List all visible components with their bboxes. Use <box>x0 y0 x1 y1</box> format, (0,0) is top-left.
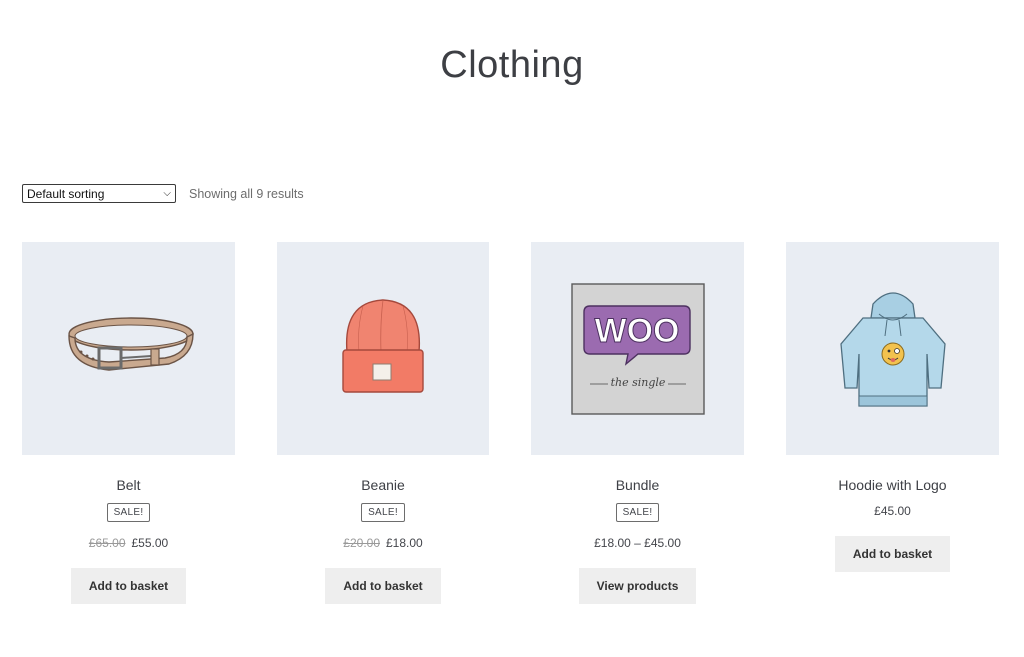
product-name[interactable]: Beanie <box>361 476 405 494</box>
add-to-basket-button[interactable]: Add to basket <box>325 568 441 604</box>
product-price: £45.00 <box>874 504 911 518</box>
product-image-bundle[interactable]: WOO the single <box>531 242 744 455</box>
price-range: £18.00 – £45.00 <box>594 536 681 550</box>
sale-badge: SALE! <box>361 503 405 522</box>
product-card-belt: Belt SALE! £65.00 £55.00 Add to basket <box>22 242 235 604</box>
product-image-beanie[interactable] <box>277 242 489 455</box>
current-price: £18.00 <box>386 536 423 550</box>
product-name[interactable]: Hoodie with Logo <box>838 476 946 494</box>
woo-album-illustration: WOO the single <box>570 282 705 415</box>
product-card-hoodie: Hoodie with Logo £45.00 Add to basket <box>786 242 999 604</box>
sorting-select[interactable]: Default sorting ⌵ <box>22 184 176 203</box>
product-grid: Belt SALE! £65.00 £55.00 Add to basket Be… <box>22 242 1000 604</box>
current-price: £55.00 <box>131 536 169 550</box>
current-price: £45.00 <box>874 504 911 518</box>
sale-badge: SALE! <box>615 503 660 522</box>
add-to-basket-button[interactable]: Add to basket <box>70 568 187 604</box>
old-price: £65.00 <box>88 536 126 550</box>
shop-toolbar: Default sorting ⌵ Showing all 9 results <box>22 184 304 203</box>
add-to-basket-button[interactable]: Add to basket <box>834 536 951 572</box>
result-count: Showing all 9 results <box>189 186 304 201</box>
product-image-belt[interactable] <box>22 242 235 455</box>
sale-badge: SALE! <box>106 503 151 522</box>
beanie-illustration <box>342 298 424 393</box>
product-name[interactable]: Belt <box>116 476 140 494</box>
product-price: £65.00 £55.00 <box>89 536 168 550</box>
shop-page: Clothing Default sorting ⌵ Showing all 9… <box>0 0 1024 657</box>
product-price: £20.00 £18.00 <box>343 536 422 550</box>
product-card-beanie: Beanie SALE! £20.00 £18.00 Add to basket <box>277 242 489 604</box>
product-image-hoodie[interactable] <box>786 242 999 455</box>
page-title: Clothing <box>440 44 584 86</box>
product-price: £18.00 – £45.00 <box>594 536 681 550</box>
product-name[interactable]: Bundle <box>616 476 660 494</box>
chevron-down-icon: ⌵ <box>163 187 171 199</box>
sorting-select-value: Default sorting <box>27 186 105 201</box>
old-price: £20.00 <box>343 536 380 550</box>
hoodie-illustration <box>839 291 946 407</box>
product-card-bundle: WOO the single Bundle SALE! £18.00 – £45… <box>531 242 744 604</box>
album-caption: the single <box>610 376 665 389</box>
view-products-button[interactable]: View products <box>578 568 697 604</box>
belt-illustration <box>67 316 194 371</box>
woo-logo-text: WOO <box>594 312 679 350</box>
